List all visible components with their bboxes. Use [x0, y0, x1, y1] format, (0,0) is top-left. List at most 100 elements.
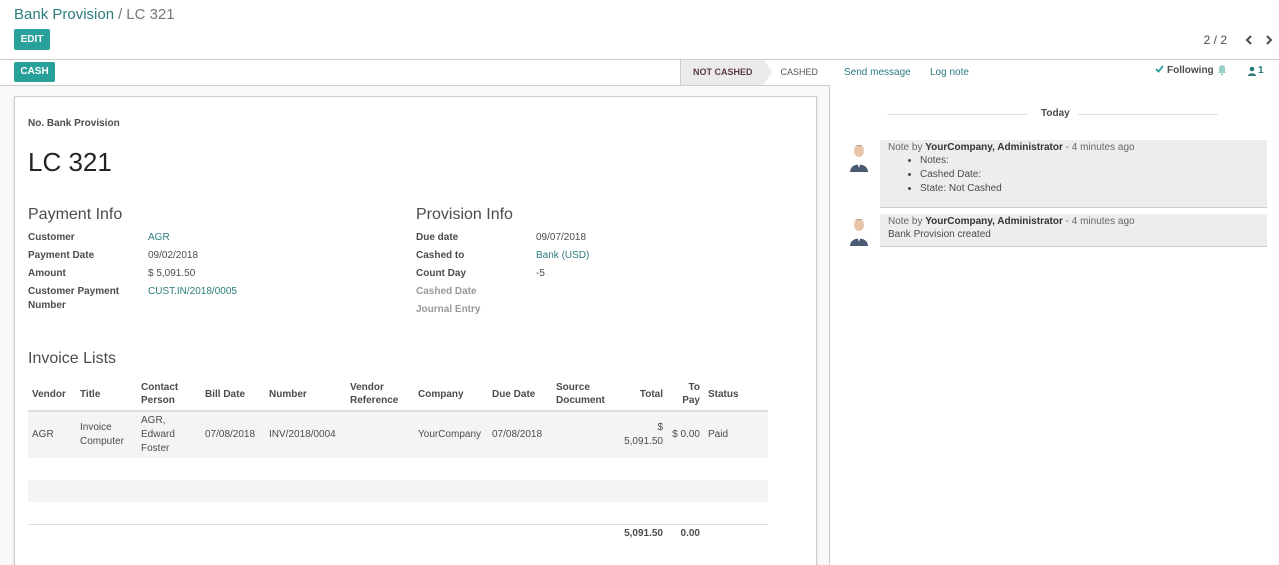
message-body: Bank Provision created [888, 229, 991, 240]
empty-row [28, 480, 768, 502]
cash-button[interactable]: CASH [14, 62, 55, 82]
amount-value: $ 5,091.50 [148, 268, 196, 279]
cashed-to-label: Cashed to [416, 250, 465, 261]
message-header: Note by YourCompany, Administrator - 4 m… [888, 142, 1259, 154]
avatar[interactable] [848, 216, 870, 246]
cashed-date-label: Cashed Date [416, 286, 477, 297]
table-footer: 5,091.50 0.00 [28, 523, 768, 544]
message-prefix: Note by [888, 142, 923, 153]
record-title: LC 321 [28, 147, 112, 177]
amount-label: Amount [28, 268, 66, 279]
send-message-button[interactable]: Send message [844, 67, 911, 78]
cell-due-date: 07/08/2018 [488, 411, 552, 458]
chatter-topbar: Send message Log note Following 1 [831, 60, 1279, 86]
message-header: Note by YourCompany, Administrator - 4 m… [888, 216, 1259, 228]
chevron-right-icon [1266, 35, 1273, 45]
cell-vendor: AGR [28, 411, 76, 458]
pager-previous-button[interactable] [1239, 35, 1259, 45]
column-header-due-date[interactable]: Due Date [488, 378, 552, 412]
customer-link[interactable]: AGR [148, 231, 170, 245]
column-header-contact-person[interactable]: Contact Person [137, 378, 201, 412]
due-date-label: Due date [416, 232, 459, 243]
breadcrumb-separator: / [118, 6, 123, 23]
log-note-button[interactable]: Log note [930, 67, 969, 78]
check-icon [1155, 65, 1164, 76]
cell-company: YourCompany [414, 411, 488, 458]
statusbar: CASH NOT CASHED CASHED [0, 60, 830, 86]
invoice-lists-title: Invoice Lists [28, 350, 117, 367]
cell-status: Paid [704, 411, 768, 458]
count-day-label: Count Day [416, 268, 466, 279]
column-header-bill-date[interactable]: Bill Date [201, 378, 265, 412]
chatter-message: Note by YourCompany, Administrator - 4 m… [880, 214, 1267, 247]
column-header-vendor-reference[interactable]: Vendor Reference [346, 378, 414, 412]
message-author[interactable]: YourCompany, Administrator [925, 216, 1063, 227]
status-step-cashed[interactable]: CASHED [764, 60, 830, 85]
followers-count: 1 [1258, 65, 1264, 76]
due-date-value: 09/07/2018 [536, 232, 587, 243]
column-header-total[interactable]: Total [612, 378, 667, 412]
footer-total: 5,091.50 [612, 523, 667, 544]
chatter-message: Note by YourCompany, Administrator - 4 m… [880, 140, 1267, 208]
tracking-item: Notes: [920, 154, 1259, 168]
empty-row [28, 458, 768, 480]
column-header-source-document[interactable]: Source Document [552, 378, 612, 412]
edit-button[interactable]: EDIT [14, 29, 50, 50]
tracking-item: State: Not Cashed [920, 182, 1259, 196]
cell-title: Invoice Computer [76, 411, 137, 458]
following-button[interactable]: Following [1155, 65, 1214, 76]
cell-number: INV/2018/0004 [265, 411, 346, 458]
journal-entry-label: Journal Entry [416, 304, 481, 315]
message-tracking-list: Notes: Cashed Date: State: Not Cashed [920, 154, 1259, 196]
avatar[interactable] [848, 142, 870, 172]
customer-payment-label: Customer Payment Number [28, 286, 120, 311]
message-time: - 4 minutes ago [1065, 142, 1135, 153]
message-prefix: Note by [888, 216, 923, 227]
cashed-to-link[interactable]: Bank (USD) [536, 249, 589, 263]
cell-source-document [552, 411, 612, 458]
column-header-title[interactable]: Title [76, 378, 137, 412]
column-header-number[interactable]: Number [265, 378, 346, 412]
column-header-status[interactable]: Status [704, 378, 768, 412]
empty-row [28, 502, 768, 524]
column-header-vendor[interactable]: Vendor [28, 378, 76, 412]
date-separator-label: Today [1041, 108, 1070, 119]
count-day-value: -5 [536, 268, 545, 279]
cell-vendor-reference [346, 411, 414, 458]
invoice-table: Vendor Title Contact Person Bill Date Nu… [28, 378, 768, 544]
breadcrumb-parent-link[interactable]: Bank Provision [14, 6, 114, 23]
column-header-to-pay[interactable]: To Pay [667, 378, 704, 412]
payment-date-label: Payment Date [28, 250, 95, 261]
pager: 2 / 2 [1204, 30, 1279, 50]
message-author[interactable]: YourCompany, Administrator [925, 142, 1063, 153]
chevron-left-icon [1245, 35, 1252, 45]
control-panel: Bank Provision / LC 321 EDIT 2 / 2 [0, 0, 1279, 60]
payment-date-value: 09/02/2018 [148, 250, 199, 261]
pager-value[interactable]: 2 / 2 [1204, 33, 1227, 47]
table-row[interactable]: AGR Invoice Computer AGR, Edward Foster … [28, 411, 768, 458]
footer-to-pay: 0.00 [667, 523, 704, 544]
cell-contact-person: AGR, Edward Foster [137, 411, 201, 458]
tracking-item: Cashed Date: [920, 168, 1259, 182]
column-header-company[interactable]: Company [414, 378, 488, 412]
pager-next-button[interactable] [1259, 35, 1279, 45]
record-name-label: No. Bank Provision [28, 118, 120, 129]
breadcrumb-current: LC 321 [126, 6, 175, 23]
bell-icon[interactable] [1217, 64, 1227, 79]
invoice-table-header: Vendor Title Contact Person Bill Date Nu… [28, 378, 768, 412]
user-icon [1248, 66, 1256, 76]
chatter: Send message Log note Following 1 Today … [831, 60, 1279, 565]
date-separator: Today [831, 108, 1279, 122]
cell-total: $ 5,091.50 [612, 411, 667, 458]
cell-bill-date: 07/08/2018 [201, 411, 265, 458]
status-steps: NOT CASHED CASHED [679, 60, 830, 85]
followers-button[interactable]: 1 [1248, 65, 1264, 76]
customer-label: Customer [28, 232, 75, 243]
following-label: Following [1167, 65, 1214, 76]
customer-payment-link[interactable]: CUST.IN/2018/0005 [148, 285, 237, 299]
form-sheet: No. Bank Provision LC 321 Payment Info C… [14, 96, 817, 565]
status-step-not-cashed[interactable]: NOT CASHED [679, 60, 772, 85]
message-time: - 4 minutes ago [1065, 216, 1135, 227]
payment-info-title: Payment Info [28, 206, 123, 223]
provision-info-title: Provision Info [416, 206, 513, 223]
